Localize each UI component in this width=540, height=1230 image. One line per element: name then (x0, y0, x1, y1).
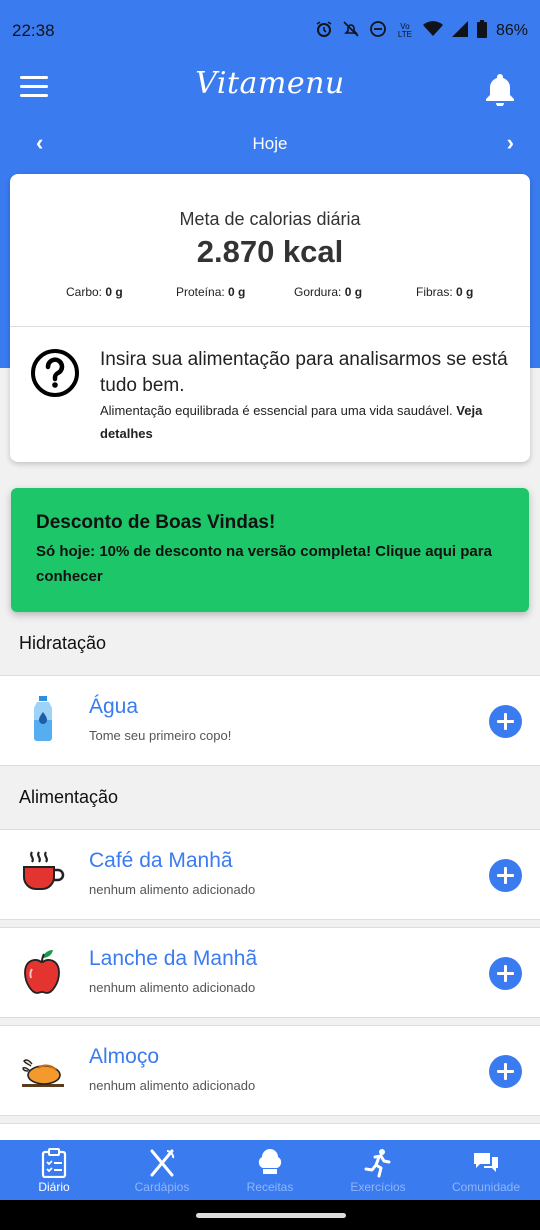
meal-title: Almoço (89, 1045, 160, 1068)
tab-label: Cardápios (134, 1180, 190, 1194)
diary-clipboard-icon (39, 1148, 69, 1179)
bell-icon[interactable] (484, 72, 516, 107)
tab-recipes[interactable]: Receitas (216, 1140, 324, 1200)
status-time: 22:38 (12, 21, 55, 40)
dnd-icon (369, 20, 387, 43)
welcome-discount-banner[interactable]: Desconto de Boas Vindas! Só hoje: 10% de… (11, 488, 529, 612)
tab-menus[interactable]: Cardápios (108, 1140, 216, 1200)
battery-icon (476, 19, 487, 43)
macro-protein: Proteína: 0 g (176, 285, 246, 299)
mute-icon (342, 20, 360, 43)
signal-icon (451, 20, 468, 42)
meal-subtitle: nenhum alimento adicionado (89, 1078, 256, 1093)
date-navigation: ‹ Hoje › (0, 114, 540, 174)
meal-subtitle: nenhum alimento adicionado (89, 980, 256, 995)
chef-hat-icon (255, 1148, 285, 1178)
meal-item-breakfast[interactable]: Café da Manhã nenhum alimento adicionado (0, 829, 540, 920)
food-section-title: Alimentação (19, 787, 119, 807)
tab-label: Receitas (246, 1180, 294, 1194)
add-morning-snack-button[interactable] (489, 957, 522, 990)
meal-title: Lanche da Manhã (89, 947, 258, 970)
add-breakfast-button[interactable] (489, 859, 522, 892)
apple-icon (20, 946, 66, 996)
coffee-cup-icon (20, 848, 66, 898)
battery-percent: 86% (495, 22, 528, 39)
water-subtitle: Tome seu primeiro copo! (89, 728, 232, 743)
app-bar: Vitamenu (0, 62, 540, 114)
tab-label: Exercícios (350, 1180, 406, 1194)
app-logo: Vitamenu (195, 66, 345, 101)
card-divider (10, 326, 530, 327)
water-title: Água (89, 695, 139, 718)
meal-item-morning-snack[interactable]: Lanche da Manhã nenhum alimento adiciona… (0, 927, 540, 1018)
tip-title: Insira sua alimentação para analisarmos … (100, 349, 508, 396)
bottom-navigation: Diário Cardápios Receitas Exercícios Com… (0, 1140, 540, 1200)
add-water-button[interactable] (489, 705, 522, 738)
running-person-icon (363, 1148, 393, 1178)
question-circle-icon (30, 348, 80, 398)
tab-diary[interactable]: Diário (0, 1140, 108, 1200)
next-day-button[interactable]: › (507, 130, 514, 156)
home-gesture-bar[interactable] (196, 1213, 346, 1218)
promo-title: Desconto de Boas Vindas! (36, 512, 276, 533)
macro-fiber: Fibras: 0 g (416, 285, 474, 299)
meal-title: Café da Manhã (89, 849, 233, 872)
calorie-goal-value: 2.870 kcal (196, 234, 344, 269)
chat-bubbles-icon (471, 1148, 501, 1178)
tab-label: Diário (38, 1180, 70, 1194)
macro-carbo: Carbo: 0 g (66, 285, 123, 299)
water-item[interactable]: Água Tome seu primeiro copo! (0, 675, 540, 766)
add-lunch-button[interactable] (489, 1055, 522, 1088)
macro-fat: Gordura: 0 g (294, 285, 363, 299)
status-icons: Vo LTE 86% (315, 19, 528, 43)
calorie-summary-card: Meta de calorias diária 2.870 kcal Carbo… (10, 174, 530, 462)
meal-subtitle: nenhum alimento adicionado (89, 882, 256, 897)
tab-label: Comunidade (451, 1180, 521, 1194)
tab-community[interactable]: Comunidade (432, 1140, 540, 1200)
tab-exercises[interactable]: Exercícios (324, 1140, 432, 1200)
system-navigation-bar (0, 1200, 540, 1230)
meal-item-lunch[interactable]: Almoço nenhum alimento adicionado (0, 1025, 540, 1116)
fork-knife-icon (147, 1148, 177, 1178)
hydration-section-title: Hidratação (19, 633, 107, 653)
roast-chicken-icon (20, 1044, 66, 1094)
tip-subtitle: Alimentação equilibrada é essencial para… (100, 403, 483, 441)
wifi-icon (422, 20, 443, 42)
water-bottle-icon (20, 694, 66, 744)
alarm-icon (315, 20, 333, 43)
calorie-goal-title: Meta de calorias diária (179, 209, 361, 229)
current-date-label[interactable]: Hoje (0, 134, 540, 154)
promo-text: Só hoje: 10% de desconto na versão compl… (36, 543, 492, 585)
lte-icon: Vo LTE (397, 22, 412, 39)
status-bar: 22:38 Vo LTE 86% (0, 0, 540, 62)
